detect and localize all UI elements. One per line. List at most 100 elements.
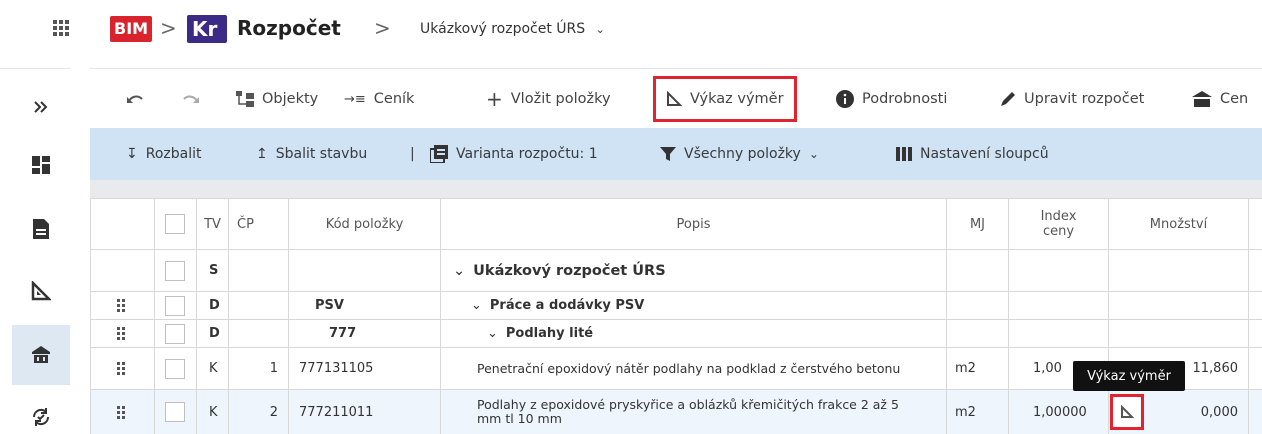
header-kod[interactable]: Kód položky <box>289 199 441 249</box>
row-kod: 777131105 <box>289 348 441 389</box>
project-name: Ukázkový rozpočet ÚRS <box>420 21 586 37</box>
row-mj <box>947 292 1009 319</box>
sbalit-stavbu-button[interactable]: ↥ Sbalit stavbu <box>256 128 367 180</box>
row-popis[interactable]: Penetrační epoxidový nátěr podlahy na po… <box>441 348 947 389</box>
cenik-button[interactable]: →≡ Ceník <box>344 69 414 129</box>
ruler-triangle-icon[interactable] <box>12 261 70 321</box>
page-title: Rozpočet <box>237 16 341 40</box>
row-checkbox-cell[interactable] <box>155 320 197 347</box>
header-index[interactable]: Index ceny <box>1009 199 1109 249</box>
row-tv: K <box>197 390 229 434</box>
chevron-right-icon: > <box>160 16 177 40</box>
expand-double-chevron-icon[interactable] <box>12 77 70 137</box>
row-drag-cell[interactable] <box>91 390 155 434</box>
drag-handle-icon[interactable] <box>117 362 125 375</box>
table-row[interactable]: S ⌄ Ukázkový rozpočet ÚRS <box>91 250 1262 292</box>
row-checkbox-cell[interactable] <box>155 250 197 291</box>
select-all-checkbox[interactable] <box>165 214 185 234</box>
varianta-button[interactable]: Varianta rozpočtu: 1 <box>430 128 598 180</box>
row-checkbox[interactable] <box>165 358 185 379</box>
columns-icon <box>896 147 912 161</box>
header-index-line2: ceny <box>1042 224 1075 239</box>
objects-icon <box>236 91 254 107</box>
plus-icon: + <box>486 87 503 111</box>
header-popis[interactable]: Popis <box>441 199 947 249</box>
table-header: TV ČP Kód položky Popis MJ Index ceny Mn… <box>91 198 1262 250</box>
row-mnozstvi <box>1109 250 1249 291</box>
separator-text: | <box>410 146 415 162</box>
filter-dropdown[interactable]: Všechny položky ⌄ <box>660 128 819 180</box>
filter-icon <box>660 147 676 161</box>
table-row[interactable]: D PSV ⌄ Práce a dodávky PSV <box>91 292 1262 320</box>
podrobnosti-button[interactable]: Podrobnosti <box>836 69 947 129</box>
objekty-button[interactable]: Objekty <box>236 69 318 129</box>
header-mnozstvi[interactable]: Množství <box>1109 199 1249 249</box>
drag-handle-icon[interactable] <box>117 405 125 419</box>
row-cp: 2 <box>229 390 289 434</box>
chevron-down-icon[interactable]: ⌄ <box>487 326 498 341</box>
rozbalit-button[interactable]: ↧ Rozbalit <box>126 128 201 180</box>
row-drag-cell[interactable] <box>91 348 155 389</box>
varianta-label: Varianta rozpočtu: 1 <box>456 146 598 162</box>
row-popis[interactable]: ⌄ Práce a dodávky PSV <box>441 292 947 319</box>
document-icon[interactable] <box>12 199 70 259</box>
building-icon[interactable] <box>12 325 70 385</box>
header-cp[interactable]: ČP <box>229 199 289 249</box>
pencil-icon <box>1001 92 1015 106</box>
podrobnosti-label: Podrobnosti <box>862 91 948 107</box>
sbalit-label: Sbalit stavbu <box>275 146 368 162</box>
drag-handle-icon[interactable] <box>117 299 125 312</box>
vykaz-vymer-row-button[interactable] <box>1110 394 1144 430</box>
row-tv: S <box>197 250 229 291</box>
header-mj[interactable]: MJ <box>947 199 1009 249</box>
row-mnozstvi <box>1109 320 1249 347</box>
dashboard-icon[interactable] <box>12 135 70 195</box>
row-checkbox[interactable] <box>165 260 185 281</box>
row-mj: m2 <box>947 348 1009 389</box>
table-row[interactable]: D 777 ⌄ Podlahy lité <box>91 320 1262 348</box>
cen-button[interactable]: Cen <box>1192 69 1248 129</box>
row-mnozstvi <box>1109 292 1249 319</box>
row-tv: K <box>197 348 229 389</box>
vykaz-vymer-button[interactable]: Výkaz výměr <box>653 76 797 122</box>
drag-handle-icon[interactable] <box>117 327 125 340</box>
kr-logo[interactable]: Kr <box>187 15 227 43</box>
chevron-down-icon[interactable]: ⌄ <box>471 298 482 313</box>
nastaveni-sloupcu-button[interactable]: Nastavení sloupců <box>896 128 1049 180</box>
row-checkbox-cell[interactable] <box>155 292 197 319</box>
grid-icon[interactable] <box>53 20 69 36</box>
row-checkbox[interactable] <box>165 402 185 422</box>
vlozit-polozky-button[interactable]: + Vložit položky <box>486 69 611 129</box>
row-drag-cell[interactable] <box>91 292 155 319</box>
header-tv[interactable]: TV <box>197 199 229 249</box>
row-index[interactable]: 1,00000 <box>1009 390 1109 434</box>
row-checkbox[interactable] <box>165 295 185 316</box>
row-popis[interactable]: Podlahy z epoxidové pryskyřice a oblázků… <box>441 390 947 434</box>
header-drag <box>91 199 155 249</box>
row-popis-text: Ukázkový rozpočet ÚRS <box>473 262 666 279</box>
row-drag-cell[interactable] <box>91 320 155 347</box>
upravit-rozpocet-button[interactable]: Upravit rozpočet <box>1000 69 1144 129</box>
row-popis[interactable]: ⌄ Podlahy lité <box>441 320 947 347</box>
sub-toolbar: ↧ Rozbalit ↥ Sbalit stavbu | Varianta ro… <box>90 128 1262 180</box>
row-kod: 777211011 <box>289 390 441 434</box>
row-checkbox-cell[interactable] <box>155 390 197 434</box>
undo-button[interactable] <box>126 69 144 129</box>
table-row[interactable]: K 2 777211011 Podlahy z epoxidové prysky… <box>91 390 1262 434</box>
sync-icon[interactable] <box>12 387 70 434</box>
header-select-all[interactable] <box>155 199 197 249</box>
bim-logo[interactable]: BIM <box>110 16 152 42</box>
budget-table: TV ČP Kód položky Popis MJ Index ceny Mn… <box>90 198 1262 434</box>
row-cp <box>229 292 289 319</box>
row-checkbox[interactable] <box>165 323 185 344</box>
row-popis[interactable]: ⌄ Ukázkový rozpočet ÚRS <box>441 250 947 291</box>
chevron-down-icon[interactable]: ⌄ <box>453 263 465 279</box>
redo-button[interactable] <box>182 69 200 129</box>
row-checkbox-cell[interactable] <box>155 348 197 389</box>
side-rail <box>0 68 70 434</box>
price-icon <box>1192 91 1212 107</box>
info-icon <box>836 90 854 108</box>
sloupce-label: Nastavení sloupců <box>920 146 1049 162</box>
spacer <box>90 180 1262 198</box>
project-selector[interactable]: Ukázkový rozpočet ÚRS ⌄ <box>420 21 605 37</box>
